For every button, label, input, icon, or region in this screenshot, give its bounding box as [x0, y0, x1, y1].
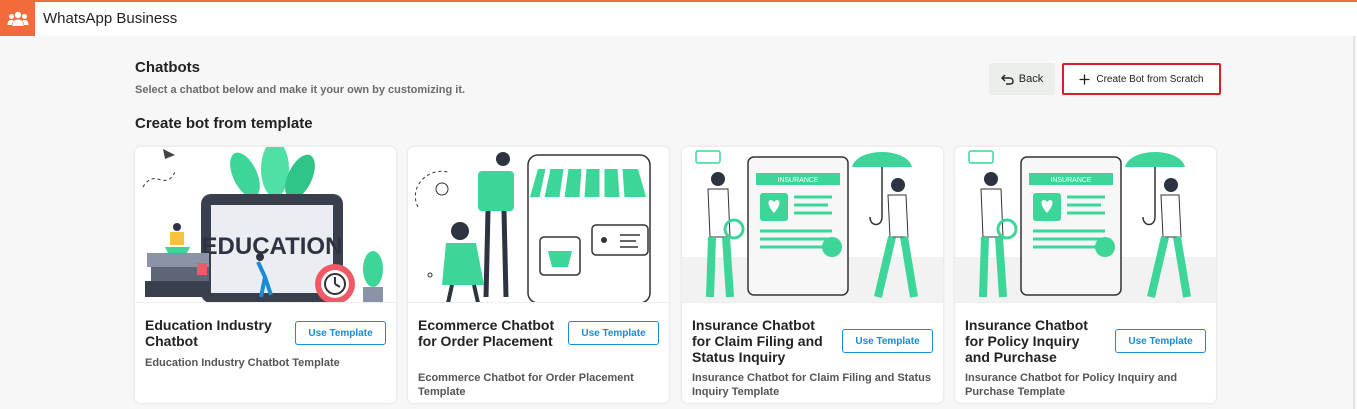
back-button-label: Back — [1018, 73, 1044, 85]
template-description: Insurance Chatbot for Policy Inquiry and… — [965, 372, 1178, 398]
insurance-policy-illustration: INSURANCE — [955, 147, 1216, 303]
template-card-ecommerce: Ecommerce Chatbot for Order Placement Us… — [408, 147, 669, 403]
create-button-label: Create Bot from Scratch — [1096, 73, 1204, 85]
template-description: Insurance Chatbot for Claim Filing and S… — [692, 372, 931, 398]
app-title: WhatsApp Business — [43, 10, 178, 27]
template-title: Ecommerce Chatbot for Order Placement — [418, 317, 555, 349]
use-template-button[interactable]: Use Template — [568, 321, 659, 345]
insurance-claim-doc-text: INSURANCE — [777, 177, 819, 184]
create-bot-from-scratch-button[interactable]: Create Bot from Scratch — [1062, 63, 1221, 95]
back-arrow-icon — [1000, 74, 1014, 85]
template-title: Education Industry Chatbot — [145, 317, 272, 349]
education-screen-text: EDUCATION — [202, 233, 343, 260]
app-header — [0, 2, 1357, 36]
template-title: Insurance Chatbot for Claim Filing and S… — [692, 317, 823, 365]
page-subtitle: Select a chatbot below and make it your … — [135, 84, 466, 96]
page-title: Chatbots — [135, 59, 200, 76]
app-logo[interactable] — [0, 2, 35, 36]
template-description: Ecommerce Chatbot for Order Placement Te… — [418, 372, 634, 398]
template-title: Insurance Chatbot for Policy Inquiry and… — [965, 317, 1088, 365]
ecommerce-illustration — [408, 147, 669, 303]
section-title: Create bot from template — [135, 115, 313, 132]
insurance-policy-doc-text: INSURANCE — [1050, 177, 1092, 184]
scrollbar-track[interactable] — [1353, 36, 1355, 409]
users-group-icon — [7, 11, 28, 26]
education-illustration: EDUCATION — [135, 147, 396, 303]
use-template-button[interactable]: Use Template — [1115, 329, 1206, 353]
use-template-button[interactable]: Use Template — [295, 321, 386, 345]
template-card-insurance-policy: INSURANCE Insurance Chatbot for Policy I… — [955, 147, 1216, 403]
use-template-button[interactable]: Use Template — [842, 329, 933, 353]
template-card-education: EDUCATION Education Industry Chatbot Use… — [135, 147, 396, 403]
template-description: Education Industry Chatbot Template — [145, 357, 340, 369]
insurance-claim-illustration: INSURANCE — [682, 147, 943, 303]
template-card-insurance-claim: INSURANCE Insurance Chatbot for Claim Fi… — [682, 147, 943, 403]
back-button[interactable]: Back — [989, 63, 1055, 95]
plus-icon — [1079, 74, 1090, 84]
